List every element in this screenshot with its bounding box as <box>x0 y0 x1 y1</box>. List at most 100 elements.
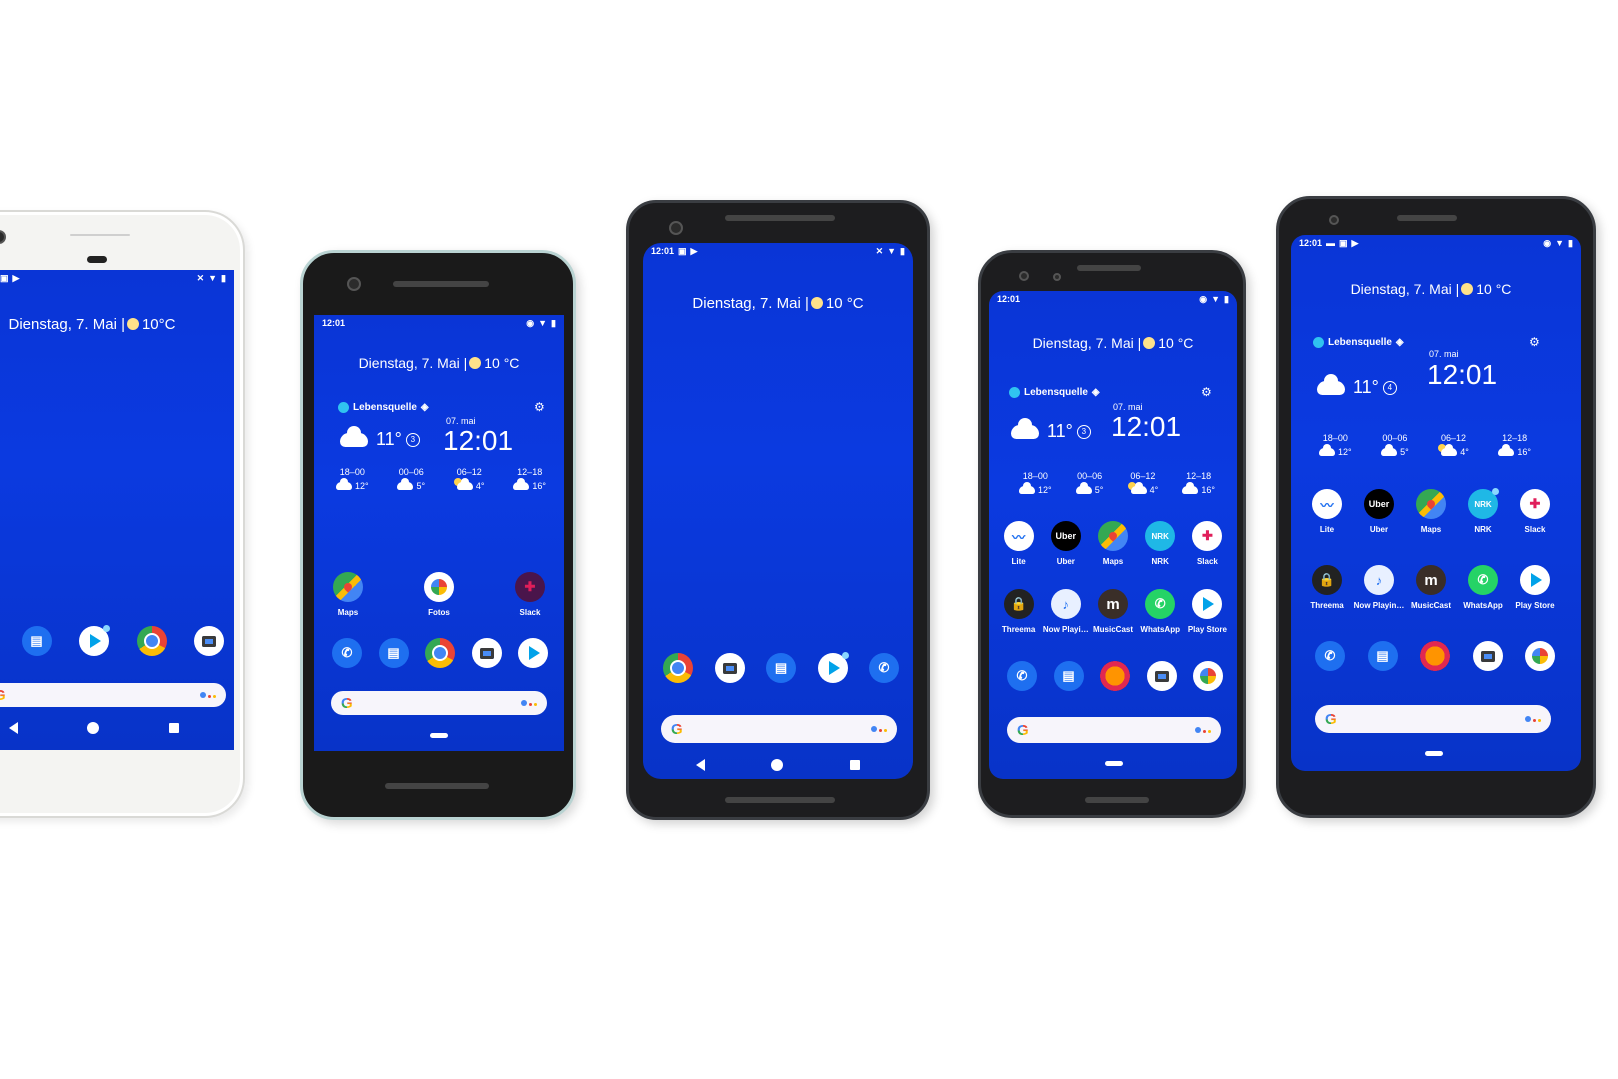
app-maps[interactable]: Maps <box>1407 489 1455 534</box>
back-button[interactable] <box>8 722 18 734</box>
app-play-store[interactable]: Play Store <box>1511 565 1559 610</box>
at-a-glance-date[interactable]: Dienstag, 7. Mai | 10 °C <box>989 335 1237 351</box>
home-button[interactable] <box>87 722 100 734</box>
assistant-icon[interactable] <box>1195 727 1211 733</box>
google-search-bar[interactable]: G <box>1315 705 1551 733</box>
front-camera <box>1019 271 1029 281</box>
at-a-glance-date[interactable]: Dienstag, 7. Mai | 10 °C <box>1291 281 1571 297</box>
app-threema[interactable]: 🔒 Threema <box>995 589 1042 634</box>
home-screen: 12:01 ◉ ▼ ▮ Dienstag, 7. Mai | 10 °C Lebens… <box>989 291 1237 779</box>
gesture-home-pill[interactable] <box>1425 751 1443 756</box>
assistant-icon[interactable] <box>871 726 887 732</box>
messages-app-icon[interactable]: ▤ <box>1053 661 1084 691</box>
app-nrk[interactable]: NRK NRK <box>1459 488 1507 534</box>
app-slack[interactable]: ✚ Slack <box>506 572 554 617</box>
app-messenger-lite[interactable]: 〰 Lite <box>1303 489 1351 534</box>
widget-settings-icon[interactable]: ⚙ <box>1529 335 1540 349</box>
app-now-playing[interactable]: ♪ Now Playi… <box>1042 589 1089 634</box>
app-messenger-lite[interactable]: 〰 Lite <box>995 521 1042 566</box>
nrk-notification-icon: ▬ <box>1326 237 1336 248</box>
app-whatsapp[interactable]: ✆ WhatsApp <box>1137 589 1184 634</box>
forecast-item: 00–06 5° <box>1075 471 1104 495</box>
app-slack[interactable]: ✚ Slack <box>1184 521 1231 566</box>
app-musiccast[interactable]: m MusicCast <box>1089 589 1136 634</box>
widget-settings-icon[interactable]: ⚙ <box>534 400 545 414</box>
google-search-bar[interactable]: G <box>0 683 226 707</box>
cloud-moon-icon <box>1319 444 1335 456</box>
photos-app-icon[interactable] <box>1193 661 1223 691</box>
gesture-home-pill[interactable] <box>1105 761 1123 766</box>
status-bar: 12:01 ▬ ▣ ▶ ◉ ▼ ▮ <box>1291 235 1581 251</box>
assistant-icon[interactable] <box>1525 716 1541 722</box>
threema-icon: 🔒 <box>1312 565 1342 595</box>
chrome-app-icon[interactable] <box>136 626 167 656</box>
weather-location[interactable]: Lebensquelle ◈ <box>1313 337 1404 348</box>
cloud-moon-icon <box>1381 444 1398 456</box>
app-play-store[interactable]: Play Store <box>1184 589 1231 634</box>
sensor <box>1053 273 1061 281</box>
eye-icon: ◉ <box>1199 293 1208 304</box>
messenger-lite-icon: 〰 <box>1003 521 1034 551</box>
chrome-app-icon[interactable] <box>663 653 693 683</box>
gesture-home-pill[interactable] <box>430 733 448 738</box>
maps-icon <box>333 572 363 602</box>
location-icon: ◈ <box>420 402 429 413</box>
chrome-app-icon[interactable] <box>425 638 455 668</box>
forecast-item: 00–06 5° <box>1381 433 1409 457</box>
camera-app-icon[interactable] <box>1146 661 1177 691</box>
app-whatsapp[interactable]: ✆ WhatsApp <box>1459 565 1507 610</box>
app-nrk[interactable]: NRK NRK <box>1137 521 1184 566</box>
messages-app-icon[interactable]: ▤ <box>766 653 796 683</box>
whatsapp-icon: ✆ <box>1145 589 1176 619</box>
weather-location[interactable]: Lebensquelle ◈ <box>1009 387 1100 398</box>
at-a-glance-date[interactable]: Dienstag, 7. Mai | 10 °C <box>314 355 564 371</box>
battery-icon: ▮ <box>221 272 226 283</box>
messages-app-icon[interactable]: ▤ <box>21 626 52 656</box>
phone-app-icon[interactable]: ✆ <box>1315 641 1345 671</box>
home-button[interactable] <box>771 759 784 771</box>
phone-app-icon[interactable]: ✆ <box>869 653 899 683</box>
firefox-app-icon[interactable] <box>1420 641 1450 671</box>
assistant-icon[interactable] <box>200 692 216 698</box>
google-g-icon: G <box>1017 721 1029 739</box>
firefox-app-icon[interactable] <box>1100 661 1130 691</box>
widget-settings-icon[interactable]: ⚙ <box>1201 385 1212 399</box>
assistant-icon[interactable] <box>521 700 537 706</box>
eye-icon: ◉ <box>526 317 535 328</box>
camera-app-icon[interactable] <box>714 653 745 683</box>
weather-location[interactable]: Lebensquelle ◈ <box>338 402 429 413</box>
messages-app-icon[interactable]: ▤ <box>1367 641 1398 671</box>
app-uber[interactable]: Uber Uber <box>1355 489 1403 534</box>
recents-button[interactable] <box>169 723 180 733</box>
messages-app-icon[interactable]: ▤ <box>378 638 409 668</box>
camera-app-icon[interactable] <box>194 626 224 656</box>
recents-button[interactable] <box>849 760 860 770</box>
app-maps[interactable]: Maps <box>324 572 372 617</box>
at-a-glance-date[interactable]: Dienstag, 7. Mai | 10°C <box>0 316 234 333</box>
back-button[interactable] <box>696 759 706 771</box>
phone-app-icon[interactable]: ✆ <box>332 638 362 668</box>
cloud-icon <box>340 426 368 447</box>
app-slack[interactable]: ✚ Slack <box>1511 489 1559 534</box>
app-maps[interactable]: Maps <box>1089 521 1136 566</box>
camera-app-icon[interactable] <box>471 638 502 668</box>
app-photos[interactable]: Fotos <box>415 572 463 617</box>
home-screen: 12:01 ▣ ▶ ✕ ▼ ▮ Dienstag, 7. Mai | 10 °C ▤ ✆ … <box>643 243 913 779</box>
play-store-app-icon[interactable] <box>79 625 110 656</box>
play-store-app-icon[interactable] <box>817 652 849 683</box>
camera-app-icon[interactable] <box>1472 641 1503 671</box>
phone-app-icon[interactable]: ✆ <box>1007 661 1037 691</box>
app-uber[interactable]: Uber Uber <box>1042 521 1089 566</box>
play-store-app-icon[interactable] <box>518 638 548 668</box>
battery-icon: ▮ <box>551 317 556 328</box>
app-threema[interactable]: 🔒 Threema <box>1303 565 1351 610</box>
forecast-item: 00–06 5° <box>397 467 426 491</box>
at-a-glance-date[interactable]: Dienstag, 7. Mai | 10 °C <box>643 295 913 312</box>
google-search-bar[interactable]: G <box>331 691 547 715</box>
app-musiccast[interactable]: m MusicCast <box>1407 565 1455 610</box>
google-search-bar[interactable]: G <box>1007 717 1221 743</box>
app-now-playing[interactable]: ♪ Now Playin… <box>1354 565 1404 610</box>
forecast-item: 18–00 12° <box>1319 433 1352 457</box>
photos-app-icon[interactable] <box>1525 641 1555 671</box>
google-search-bar[interactable]: G <box>661 715 897 743</box>
